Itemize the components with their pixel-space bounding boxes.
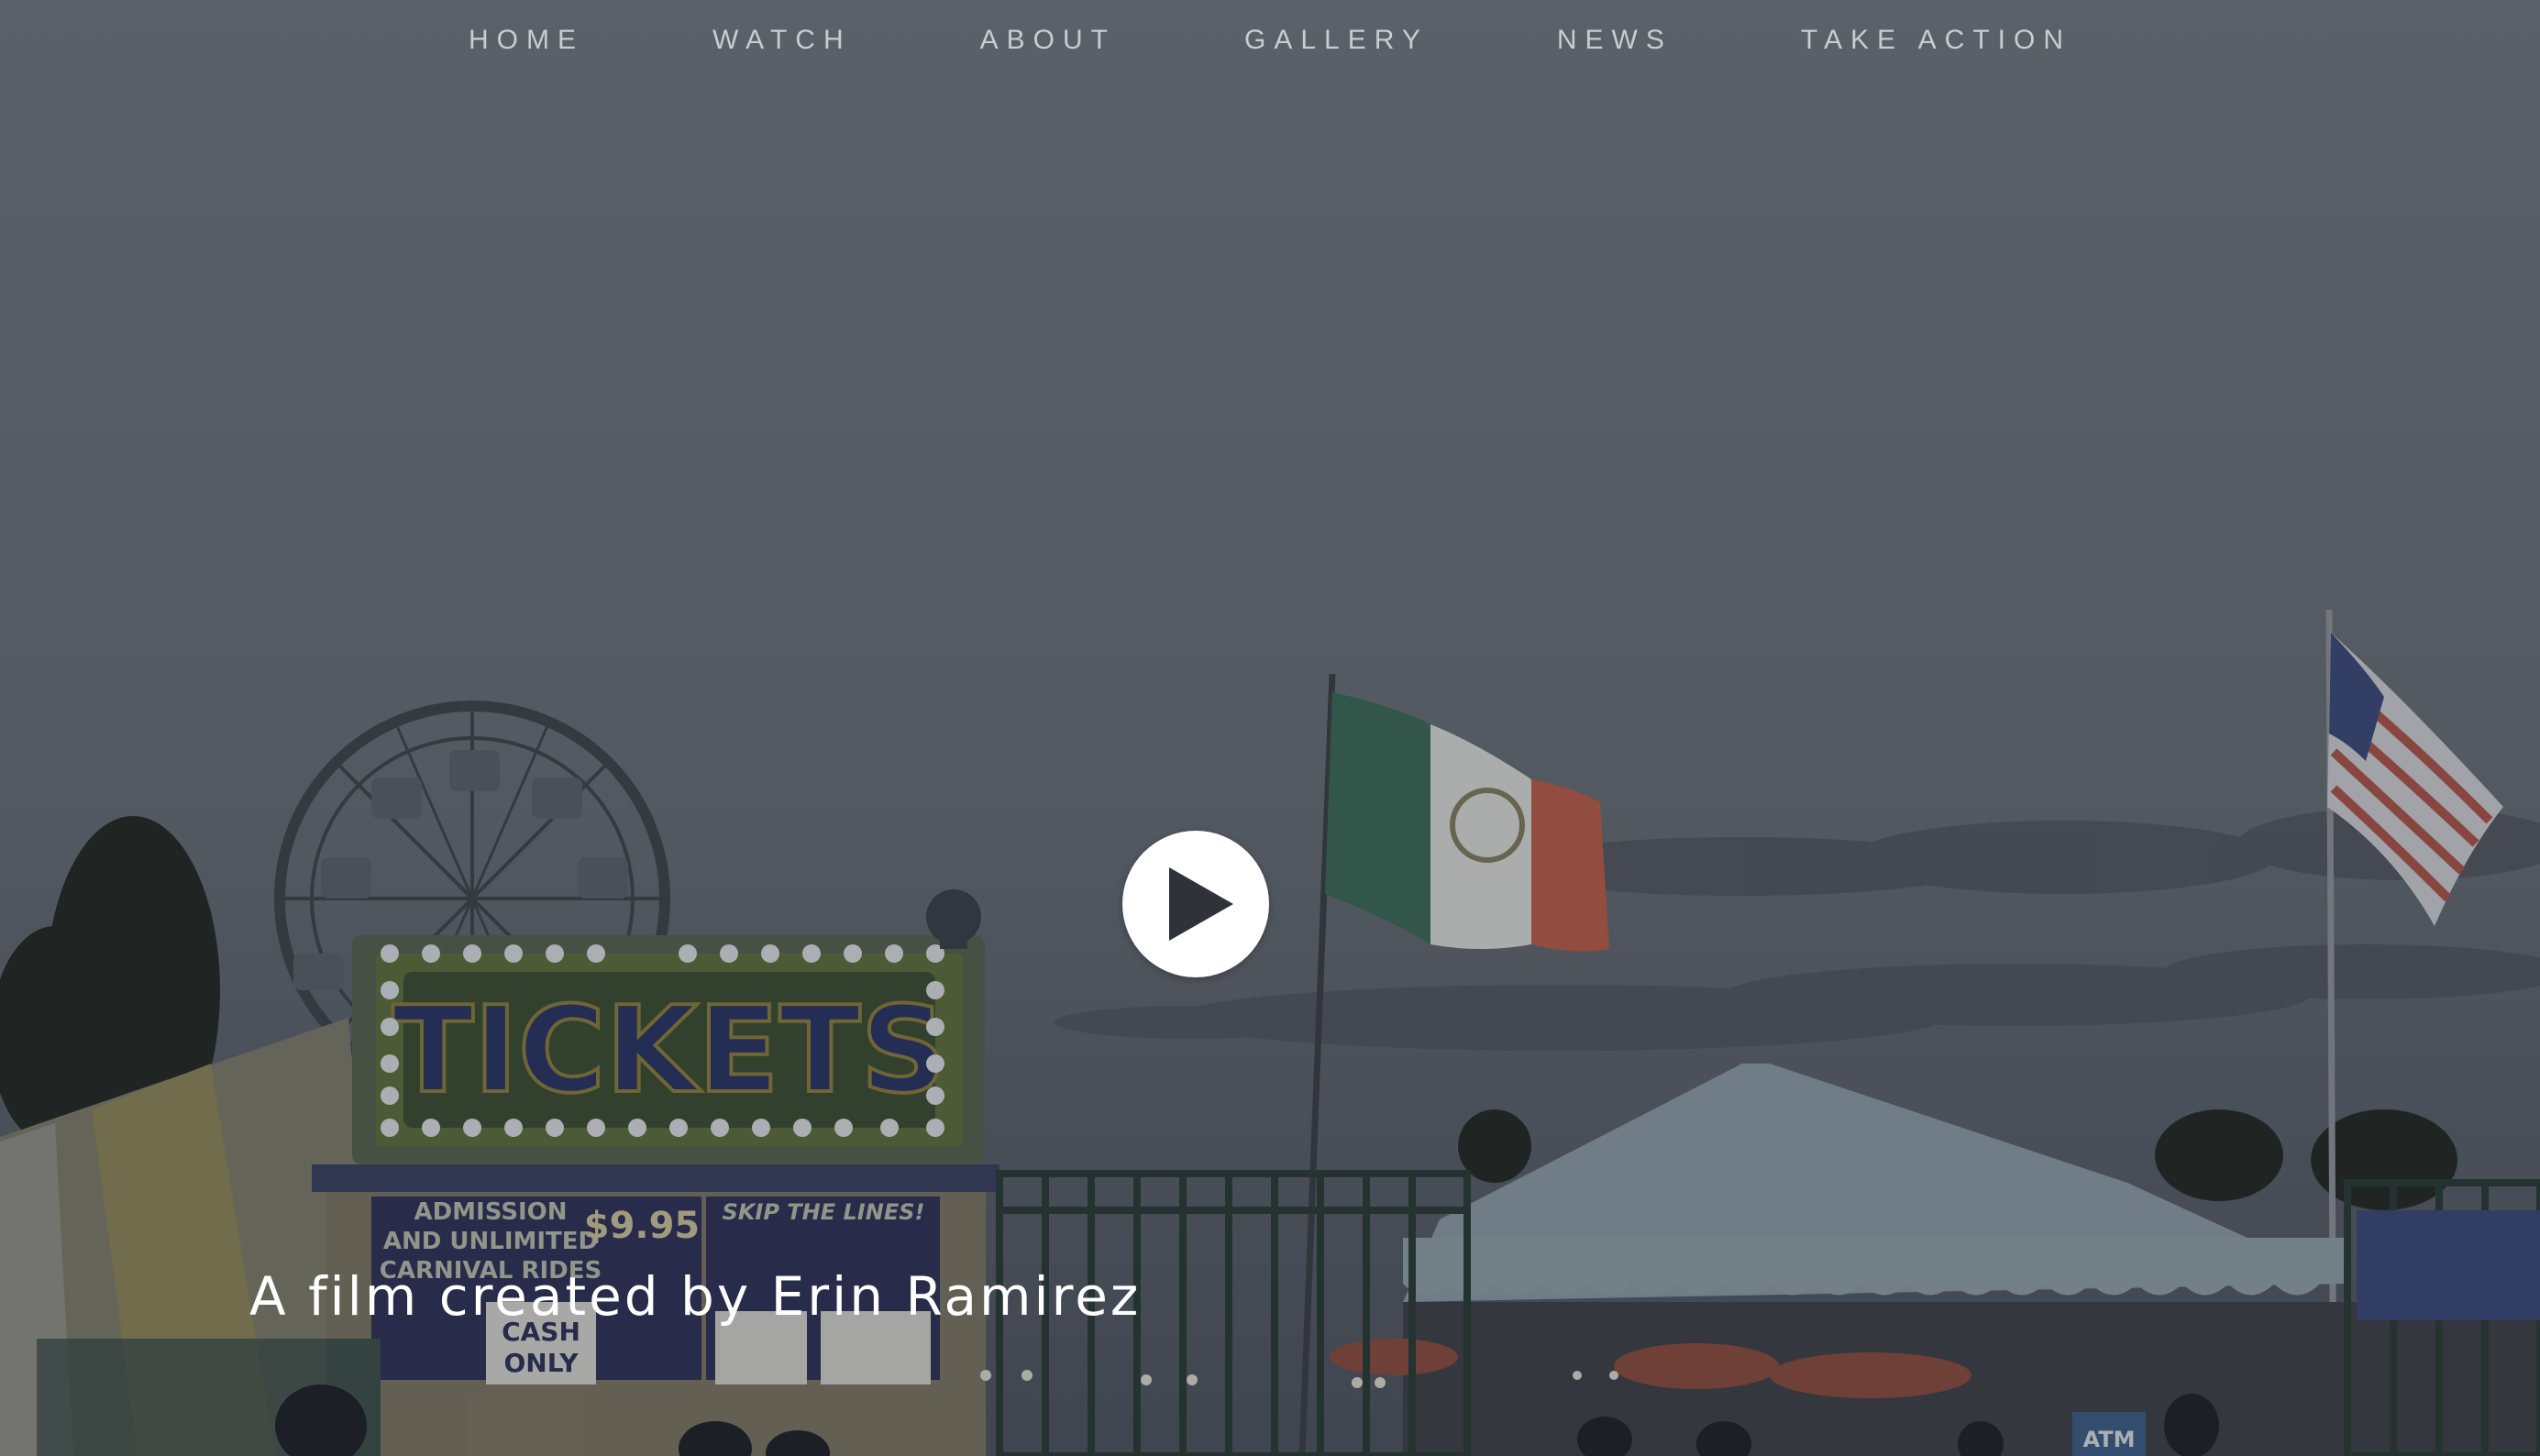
hero-tagline: A film created by Erin Ramirez bbox=[249, 1265, 1142, 1328]
hero-dim-overlay bbox=[0, 0, 2540, 1456]
play-icon bbox=[1169, 867, 1233, 941]
nav-about[interactable]: ABOUT bbox=[980, 25, 1116, 56]
nav-news[interactable]: NEWS bbox=[1557, 25, 1673, 56]
nav-home[interactable]: HOME bbox=[469, 25, 584, 56]
play-video-button[interactable] bbox=[1122, 831, 1269, 977]
nav-gallery[interactable]: GALLERY bbox=[1244, 25, 1429, 56]
main-nav: HOME WATCH ABOUT GALLERY NEWS TAKE ACTIO… bbox=[0, 0, 2540, 81]
nav-watch[interactable]: WATCH bbox=[712, 25, 852, 56]
nav-take-action[interactable]: TAKE ACTION bbox=[1801, 25, 2071, 56]
hero-section: TICKETS ADMISSION AND UNLIMITED CARNIVAL… bbox=[0, 0, 2540, 1456]
